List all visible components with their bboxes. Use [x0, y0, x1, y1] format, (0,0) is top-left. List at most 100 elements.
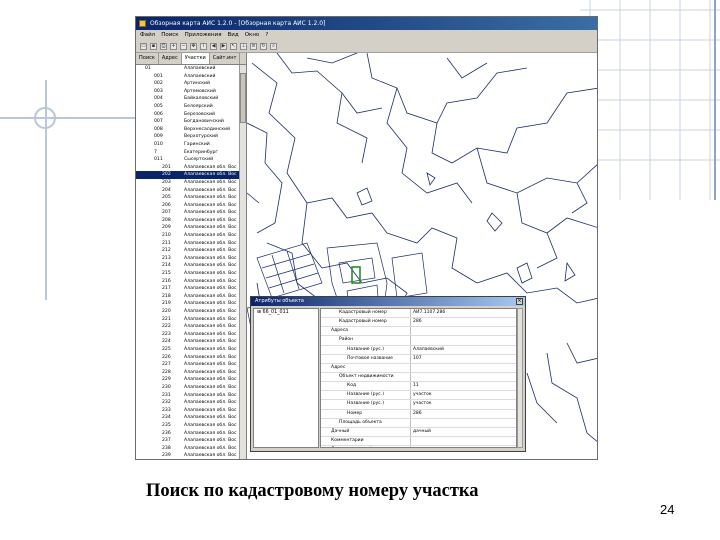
open-icon[interactable]: ▭ — [140, 42, 147, 50]
tree-row[interactable]: 219 Алапаевская обл. Вос — [136, 300, 240, 308]
measure-icon[interactable]: ⊥ — [240, 42, 247, 50]
tree-row[interactable]: 231 Алапаевская обл. Вос — [136, 392, 240, 400]
dialog-titlebar[interactable]: Атрибуты объекта — [251, 297, 525, 306]
tab-parcels[interactable]: Участки — [181, 53, 210, 64]
tree-row[interactable]: 225 Алапаевская обл. Вос — [136, 346, 240, 354]
attribute-row[interactable]: Район — [321, 336, 516, 346]
tree-row[interactable]: 208 Алапаевская обл. Вос — [136, 217, 240, 225]
tree-row[interactable]: 226 Алапаевская обл. Вос — [136, 354, 240, 362]
tree-scrollbar[interactable] — [239, 65, 246, 459]
tree-row[interactable]: 206 Алапаевская обл. Вос — [136, 202, 240, 210]
tree-row[interactable]: 232 Алапаевская обл. Вос — [136, 399, 240, 407]
attribute-row[interactable]: Номер 286 — [321, 410, 516, 419]
tree-row[interactable]: 001 Алапаевский — [136, 73, 240, 81]
save-icon[interactable]: ▪ — [150, 42, 157, 50]
tree-row[interactable]: 234 Алапаевская обл. Вос — [136, 414, 240, 422]
tree-row[interactable]: 229 Алапаевская обл. Вос — [136, 376, 240, 384]
attribute-row[interactable]: Кадастровый номер АИ7.1107.286 — [321, 309, 516, 319]
tree-row[interactable]: 003 Артемовский — [136, 88, 240, 96]
attribute-row[interactable]: Название (рус.) участок — [321, 391, 516, 401]
attribute-row[interactable]: Кадастровый номер 286 — [321, 318, 516, 328]
attribute-row[interactable]: Площадь объекта — [321, 419, 516, 428]
print-icon[interactable]: ⎙ — [160, 42, 167, 50]
menu-help[interactable]: ? — [265, 30, 268, 40]
tree-row[interactable]: 212 Алапаевская обл. Вос — [136, 247, 240, 255]
tree-row[interactable]: 7 Екатеринбург — [136, 149, 240, 157]
menu-view[interactable]: Вид — [228, 30, 239, 40]
info-icon[interactable]: i — [200, 42, 207, 50]
tree-row[interactable]: 227 Алапаевская обл. Вос — [136, 361, 240, 369]
tree-row[interactable]: 233 Алапаевская обл. Вос — [136, 407, 240, 415]
tab-address[interactable]: Адрес — [159, 53, 182, 64]
tree-row[interactable]: 209 Алапаевская обл. Вос — [136, 224, 240, 232]
tree-row[interactable]: 238 Алапаевская обл. Вос — [136, 445, 240, 453]
tree-row[interactable]: 237 Алапаевская обл. Вос — [136, 437, 240, 445]
tree-row[interactable]: 213 Алапаевская обл. Вос — [136, 255, 240, 263]
tree-row[interactable]: 236 Алапаевская обл. Вос — [136, 430, 240, 438]
attribute-row[interactable]: Дополнительный адрес — [321, 446, 516, 447]
menu-file[interactable]: Файл — [140, 30, 155, 40]
tree-row[interactable]: 005 Белоярский — [136, 103, 240, 111]
tree-row[interactable]: 223 Алапаевская обл. Вос — [136, 331, 240, 339]
tree-row[interactable]: 010 Гаринский — [136, 141, 240, 149]
select-icon[interactable]: ↖ — [230, 42, 237, 50]
tree-row[interactable]: 217 Алапаевская обл. Вос — [136, 285, 240, 293]
attribute-row[interactable]: Название (рус.) Алапаевский — [321, 346, 516, 355]
tree-row[interactable]: 221 Алапаевская обл. Вос — [136, 316, 240, 324]
tree-row[interactable]: 228 Алапаевская обл. Вос — [136, 369, 240, 377]
tree-row[interactable]: 011 Сысертский — [136, 156, 240, 164]
menu-search[interactable]: Поиск — [161, 30, 178, 40]
tree-row[interactable]: 002 Артинский — [136, 80, 240, 88]
attribute-row[interactable]: Объект недвижимости — [321, 373, 516, 383]
tree-row[interactable]: 008 Верхнесалдинский — [136, 126, 240, 134]
tree-row[interactable]: 222 Алапаевская обл. Вос — [136, 323, 240, 331]
attribute-row[interactable]: Код 11 — [321, 382, 516, 392]
dialog-scrollbar[interactable] — [517, 308, 523, 448]
attribute-row[interactable]: Адрес — [321, 364, 516, 373]
tree-row[interactable]: 004 Байкаловский — [136, 95, 240, 103]
tree-row[interactable]: 214 Алапаевская обл. Вос — [136, 262, 240, 270]
search-icon[interactable]: ⌕ — [270, 42, 277, 50]
zoom-in-icon[interactable]: + — [170, 42, 177, 50]
menu-apps[interactable]: Приложения — [185, 30, 222, 40]
attribute-row[interactable]: Почтовое название 107 — [321, 355, 516, 364]
tree-row[interactable]: 235 Алапаевская обл. Вос — [136, 422, 240, 430]
tree-row[interactable]: 01 Алапаевский — [136, 65, 240, 73]
tree-row[interactable]: 006 Березовский — [136, 111, 240, 119]
tree-row[interactable]: 215 Алапаевская обл. Вос — [136, 270, 240, 278]
window-titlebar[interactable]: Обзорная карта АИС 1.2.0 - [Обзорная кар… — [136, 17, 597, 30]
object-tree-node[interactable]: ⊞ 66_01_011 — [254, 309, 318, 317]
tree-row[interactable]: 216 Алапаевская обл. Вос — [136, 278, 240, 286]
layers-icon[interactable]: ≡ — [250, 42, 257, 50]
tree-row[interactable]: 239 Алапаевская обл. Вос — [136, 452, 240, 459]
dialog-object-tree[interactable]: ⊞ 66_01_011 — [253, 308, 319, 448]
tab-search[interactable]: Поиск — [136, 53, 159, 64]
refresh-icon[interactable]: ↻ — [260, 42, 267, 50]
back-icon[interactable]: ◀ — [210, 42, 217, 50]
tree-row[interactable]: 201 Алапаевская обл. Вос — [136, 164, 240, 172]
tree-row[interactable]: 218 Алапаевская обл. Вос — [136, 293, 240, 301]
tree-row[interactable]: 009 Верхотурский — [136, 133, 240, 141]
tree-row[interactable]: 210 Алапаевская обл. Вос — [136, 232, 240, 240]
tree-row[interactable]: 211 Алапаевская обл. Вос — [136, 240, 240, 248]
tree-row[interactable]: 007 Богдановичский — [136, 118, 240, 126]
pan-icon[interactable]: ✥ — [190, 42, 197, 50]
parcel-tree[interactable]: 01 Алапаевский 001 Алапаевский 002 Артинский 0… — [136, 65, 240, 459]
attribute-row[interactable]: Адреса — [321, 327, 516, 337]
close-icon[interactable]: × — [516, 298, 523, 305]
scroll-thumb[interactable] — [240, 73, 246, 123]
zoom-out-icon[interactable]: − — [180, 42, 187, 50]
tab-site[interactable]: Сайт.инт — [210, 53, 241, 64]
tree-row[interactable]: 203 Алапаевская обл. Вос — [136, 179, 240, 187]
attribute-row[interactable]: Название (рус.) участок — [321, 400, 516, 410]
menu-window[interactable]: Окно — [245, 30, 260, 40]
tree-row[interactable]: 204 Алапаевская обл. Вос — [136, 187, 240, 195]
tree-row[interactable]: 207 Алапаевская обл. Вос — [136, 209, 240, 217]
attribute-row[interactable]: Дачный дачный — [321, 428, 516, 437]
attribute-row[interactable]: Комментарии — [321, 437, 516, 447]
tree-row[interactable]: 230 Алапаевская обл. Вос — [136, 384, 240, 392]
tree-row[interactable]: 224 Алапаевская обл. Вос — [136, 338, 240, 346]
attribute-grid[interactable]: Кадастровый номер АИ7.1107.286 Кадастровый… — [320, 308, 517, 448]
tree-row[interactable]: 205 Алапаевская обл. Вос — [136, 194, 240, 202]
tree-row[interactable]: 202 Алапаевская обл. Вос — [136, 171, 240, 179]
